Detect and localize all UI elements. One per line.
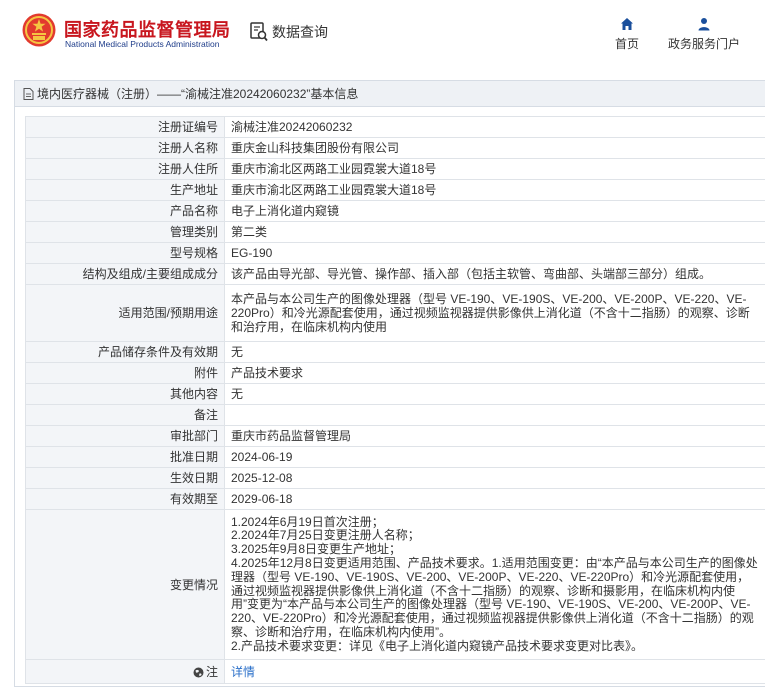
table-row-changes: 变更情况 1.2024年6月19日首次注册； 2.2024年7月25日变更注册人…	[25, 509, 765, 660]
row-value: 第二类	[224, 221, 765, 243]
data-query-label: 数据查询	[272, 24, 328, 40]
row-value: 2025-12-08	[224, 467, 765, 489]
nav-home[interactable]: 首页	[612, 17, 642, 52]
national-emblem-icon	[22, 13, 56, 47]
table-row: 批准日期 2024-06-19	[25, 446, 765, 468]
row-value: 渝械注准20242060232	[224, 116, 765, 138]
registration-info-table: 注册证编号 渝械注准20242060232 注册人名称 重庆金山科技集团股份有限…	[25, 116, 765, 684]
row-label: 注册证编号	[25, 116, 225, 138]
globe-icon	[193, 667, 204, 677]
table-row: 注册人名称 重庆金山科技集团股份有限公司	[25, 137, 765, 159]
row-label: 备注	[25, 404, 225, 426]
panel-title: 境内医疗器械（注册）——“渝械注准20242060232”基本信息	[37, 87, 359, 101]
changes-label: 变更情况	[25, 509, 225, 660]
row-value: 重庆市渝北区两路工业园霓裳大道18号	[224, 158, 765, 180]
changes-value: 1.2024年6月19日首次注册； 2.2024年7月25日变更注册人名称； 3…	[224, 509, 765, 660]
change-line: 3.2025年9月8日变更生产地址；	[231, 542, 402, 557]
remark-label: 注	[205, 664, 218, 679]
row-label: 产品储存条件及有效期	[25, 341, 225, 363]
table-row: 结构及组成/主要组成成分 该产品由导光部、导光管、操作部、插入部（包括主软管、弯…	[25, 263, 765, 285]
row-label: 生产地址	[25, 179, 225, 201]
table-row: 备注	[25, 404, 765, 426]
document-icon	[23, 87, 34, 100]
table-row: 其他内容 无	[25, 383, 765, 405]
table-row: 管理类别 第二类	[25, 221, 765, 243]
row-label: 有效期至	[25, 488, 225, 510]
row-label: 产品名称	[25, 200, 225, 222]
row-label: 管理类别	[25, 221, 225, 243]
row-value: 该产品由导光部、导光管、操作部、插入部（包括主软管、弯曲部、头端部三部分）组成。	[224, 263, 765, 285]
row-label: 注册人名称	[25, 137, 225, 159]
table-row: 审批部门 重庆市药品监督管理局	[25, 425, 765, 447]
row-value: EG-190	[224, 242, 765, 264]
row-value: 本产品与本公司生产的图像处理器（型号 VE-190、VE-190S、VE-200…	[224, 284, 765, 342]
row-value: 无	[224, 341, 765, 363]
site-header: 国家药品监督管理局 National Medical Products Admi…	[0, 0, 765, 64]
document-search-icon	[250, 22, 268, 42]
row-label: 其他内容	[25, 383, 225, 405]
row-label: 生效日期	[25, 467, 225, 489]
table-row-remark: 注 详情	[25, 659, 765, 684]
table-row: 产品储存条件及有效期 无	[25, 341, 765, 363]
info-panel: 境内医疗器械（注册）——“渝械注准20242060232”基本信息 注册证编号 …	[14, 80, 765, 687]
row-value: 2029-06-18	[224, 488, 765, 510]
table-row: 有效期至 2029-06-18	[25, 488, 765, 510]
table-row: 注册证编号 渝械注准20242060232	[25, 116, 765, 138]
table-row: 适用范围/预期用途 本产品与本公司生产的图像处理器（型号 VE-190、VE-1…	[25, 284, 765, 342]
row-value: 重庆金山科技集团股份有限公司	[224, 137, 765, 159]
table-row: 附件 产品技术要求	[25, 362, 765, 384]
table-row: 生效日期 2025-12-08	[25, 467, 765, 489]
row-label: 附件	[25, 362, 225, 384]
change-line: 2.产品技术要求变更：详见《电子上消化道内窥镜产品技术要求变更对比表》。	[231, 638, 644, 653]
data-query-link[interactable]: 数据查询	[250, 22, 328, 42]
row-label: 批准日期	[25, 446, 225, 468]
row-value: 产品技术要求	[224, 362, 765, 384]
row-label: 适用范围/预期用途	[25, 284, 225, 342]
row-value: 电子上消化道内窥镜	[224, 200, 765, 222]
home-icon	[621, 18, 633, 30]
row-value: 2024-06-19	[224, 446, 765, 468]
row-value: 无	[224, 383, 765, 405]
row-label: 型号规格	[25, 242, 225, 264]
remark-label-cell: 注	[25, 659, 225, 684]
table-row: 型号规格 EG-190	[25, 242, 765, 264]
row-value: 重庆市渝北区两路工业园霓裳大道18号	[224, 179, 765, 201]
org-name-en: National Medical Products Administration	[65, 39, 220, 49]
nav-home-label: 首页	[614, 37, 639, 51]
row-value: 重庆市药品监督管理局	[224, 425, 765, 447]
row-label: 注册人住所	[25, 158, 225, 180]
panel-header: 境内医疗器械（注册）——“渝械注准20242060232”基本信息	[15, 81, 765, 107]
details-link[interactable]: 详情	[231, 665, 255, 679]
table-row: 注册人住所 重庆市渝北区两路工业园霓裳大道18号	[25, 158, 765, 180]
row-label: 结构及组成/主要组成成分	[25, 263, 225, 285]
change-line: 4.2025年12月8日变更适用范围、产品技术要求。1.适用范围变更：由“本产品…	[231, 555, 758, 639]
row-label: 审批部门	[25, 425, 225, 447]
row-value	[224, 404, 765, 426]
user-icon	[698, 18, 710, 31]
table-row: 产品名称 电子上消化道内窥镜	[25, 200, 765, 222]
nav-service-label: 政务服务门户	[667, 37, 740, 51]
remark-value: 详情	[224, 659, 765, 684]
nav-service-portal[interactable]: 政务服务门户	[664, 17, 744, 52]
table-row: 生产地址 重庆市渝北区两路工业园霓裳大道18号	[25, 179, 765, 201]
